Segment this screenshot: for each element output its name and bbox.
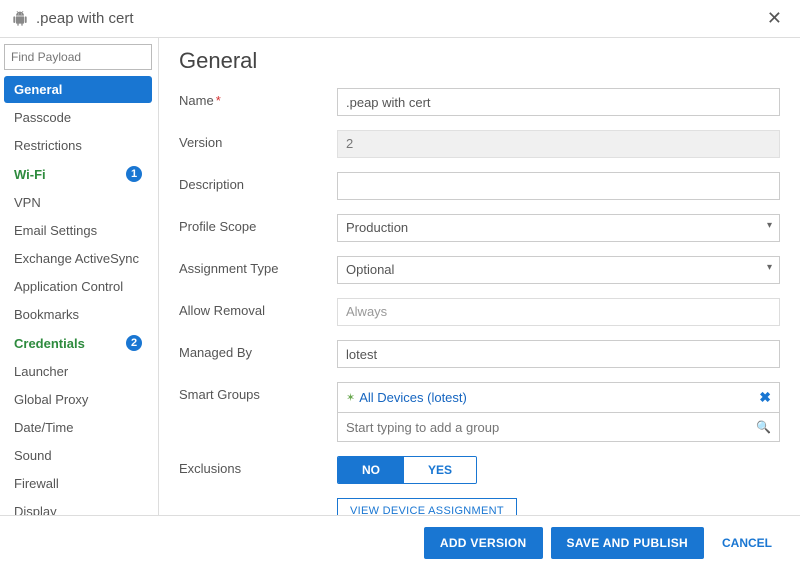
- smart-group-search-input[interactable]: [346, 420, 756, 435]
- label-exclusions: Exclusions: [179, 456, 337, 476]
- exclusions-no[interactable]: NO: [338, 457, 404, 483]
- sidebar-item-email-settings[interactable]: Email Settings: [4, 217, 152, 244]
- remove-group-icon[interactable]: ✖: [759, 389, 771, 406]
- allow-removal-field: Always: [337, 298, 780, 326]
- sidebar-item-firewall[interactable]: Firewall: [4, 470, 152, 497]
- sidebar-item-label: Wi-Fi: [14, 167, 126, 182]
- sidebar-item-restrictions[interactable]: Restrictions: [4, 132, 152, 159]
- smart-group-search[interactable]: 🔍: [337, 412, 780, 442]
- exclusions-toggle: NO YES: [337, 456, 477, 484]
- search-input[interactable]: [4, 44, 152, 70]
- sidebar-item-display[interactable]: Display: [4, 498, 152, 516]
- cancel-button[interactable]: CANCEL: [712, 527, 782, 559]
- label-allow-removal: Allow Removal: [179, 298, 337, 318]
- label-profile-scope: Profile Scope: [179, 214, 337, 234]
- close-icon[interactable]: ✕: [761, 8, 788, 29]
- sidebar-item-label: Firewall: [14, 476, 142, 491]
- sidebar-item-label: Credentials: [14, 336, 126, 351]
- search-icon: 🔍: [756, 420, 771, 434]
- profile-scope-select[interactable]: Production: [337, 214, 780, 242]
- description-input[interactable]: [337, 172, 780, 200]
- sidebar-item-label: Bookmarks: [14, 307, 142, 322]
- sidebar-badge: 2: [126, 335, 142, 351]
- sidebar-item-exchange-activesync[interactable]: Exchange ActiveSync: [4, 245, 152, 272]
- save-and-publish-button[interactable]: SAVE AND PUBLISH: [551, 527, 704, 559]
- content-panel: General Name* Version 2 Description Prof…: [158, 38, 800, 516]
- sidebar-item-application-control[interactable]: Application Control: [4, 273, 152, 300]
- sidebar-item-label: Date/Time: [14, 420, 142, 435]
- sidebar-item-passcode[interactable]: Passcode: [4, 104, 152, 131]
- sidebar-item-vpn[interactable]: VPN: [4, 189, 152, 216]
- label-name: Name*: [179, 88, 337, 108]
- managed-by-input[interactable]: [337, 340, 780, 368]
- sidebar-item-label: Exchange ActiveSync: [14, 251, 142, 266]
- label-version: Version: [179, 130, 337, 150]
- sidebar-item-label: VPN: [14, 195, 142, 210]
- sidebar-item-bookmarks[interactable]: Bookmarks: [4, 301, 152, 328]
- version-field: 2: [337, 130, 780, 158]
- group-icon: ✶: [346, 391, 355, 404]
- sidebar-item-date-time[interactable]: Date/Time: [4, 414, 152, 441]
- android-icon: [12, 11, 28, 27]
- sidebar-item-label: General: [14, 82, 142, 97]
- smart-group-chip: ✶ All Devices (lotest) ✖: [337, 382, 780, 412]
- section-heading: General: [179, 48, 780, 74]
- sidebar-item-label: Application Control: [14, 279, 142, 294]
- sidebar-item-credentials[interactable]: Credentials2: [4, 329, 152, 357]
- dialog-header: .peap with cert ✕: [0, 0, 800, 38]
- sidebar-badge: 1: [126, 166, 142, 182]
- label-description: Description: [179, 172, 337, 192]
- sidebar: General Passcode Restrictions Wi-Fi1 VPN Emai…: [0, 38, 158, 516]
- assignment-type-select[interactable]: Optional: [337, 256, 780, 284]
- sidebar-item-global-proxy[interactable]: Global Proxy: [4, 386, 152, 413]
- add-version-button[interactable]: ADD VERSION: [424, 527, 543, 559]
- label-managed-by: Managed By: [179, 340, 337, 360]
- sidebar-item-label: Global Proxy: [14, 392, 142, 407]
- footer: ADD VERSION SAVE AND PUBLISH CANCEL: [0, 515, 800, 569]
- sidebar-item-launcher[interactable]: Launcher: [4, 358, 152, 385]
- label-smart-groups: Smart Groups: [179, 382, 337, 402]
- sidebar-item-label: Email Settings: [14, 223, 142, 238]
- view-device-assignment-button[interactable]: VIEW DEVICE ASSIGNMENT: [337, 498, 517, 516]
- name-input[interactable]: [337, 88, 780, 116]
- label-assignment-type: Assignment Type: [179, 256, 337, 276]
- sidebar-item-label: Restrictions: [14, 138, 142, 153]
- sidebar-item-label: Passcode: [14, 110, 142, 125]
- smart-group-name: All Devices (lotest): [359, 390, 759, 405]
- exclusions-yes[interactable]: YES: [404, 457, 476, 483]
- sidebar-item-general[interactable]: General: [4, 76, 152, 103]
- sidebar-item-label: Sound: [14, 448, 142, 463]
- sidebar-item-wi-fi[interactable]: Wi-Fi1: [4, 160, 152, 188]
- sidebar-item-label: Launcher: [14, 364, 142, 379]
- sidebar-item-sound[interactable]: Sound: [4, 442, 152, 469]
- dialog-title: .peap with cert: [36, 10, 761, 27]
